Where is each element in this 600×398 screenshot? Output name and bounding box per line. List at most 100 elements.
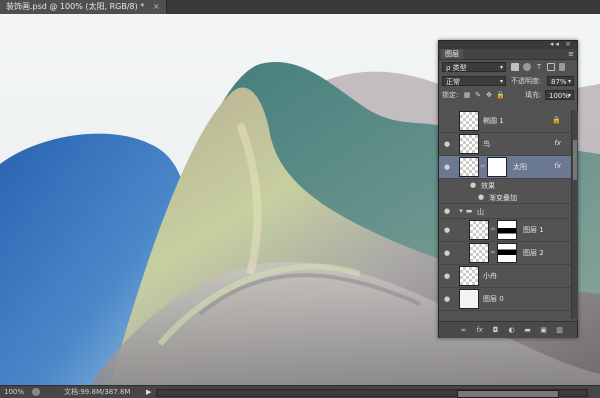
eye-icon[interactable]: ● bbox=[443, 295, 451, 303]
opacity-input[interactable]: 87% ▾ bbox=[547, 76, 574, 86]
chevron-down-icon: ▾ bbox=[567, 92, 571, 99]
add-style-icon[interactable]: fx bbox=[475, 326, 484, 335]
gradient-overlay-row[interactable]: ● 渐变叠加 bbox=[439, 191, 571, 204]
layer-mask-thumbnail[interactable] bbox=[487, 157, 507, 177]
filter-kind-value: ρ 类型 bbox=[446, 64, 467, 72]
filter-row: ρ 类型 ▾ T bbox=[439, 60, 577, 74]
folder-icon: ▬ bbox=[465, 207, 473, 215]
eye-icon[interactable]: ● bbox=[477, 193, 485, 201]
layers-panel: ◂◂ × 图层 ≡ ρ 类型 ▾ T 正常 ▾ 不透明度: 87% ▾ 锁定: … bbox=[438, 40, 578, 338]
link-icon: ∞ bbox=[490, 248, 496, 256]
panel-header: ◂◂ × bbox=[439, 40, 577, 49]
type-filter-icon[interactable]: T bbox=[535, 63, 543, 71]
layer-thumbnail bbox=[469, 220, 489, 240]
layer-sun[interactable]: ● ∞ 太阳 fx bbox=[439, 156, 571, 179]
lock-icon: 🔒 bbox=[552, 116, 561, 124]
chevron-down-icon[interactable]: ▾ bbox=[457, 207, 465, 215]
blend-mode-select[interactable]: 正常 ▾ bbox=[442, 76, 506, 86]
effects-row[interactable]: ● 效果 bbox=[439, 179, 571, 191]
layer-0[interactable]: ● 图层 0 bbox=[439, 288, 571, 311]
layer-2[interactable]: ● ∞ 图层 2 bbox=[439, 242, 571, 265]
eye-icon[interactable]: ● bbox=[469, 181, 477, 189]
layers-scrollbar[interactable] bbox=[571, 110, 578, 319]
blend-mode-value: 正常 bbox=[446, 78, 460, 86]
chevron-down-icon: ▾ bbox=[499, 64, 503, 71]
opacity-label: 不透明度: bbox=[511, 77, 542, 85]
eye-icon[interactable]: ● bbox=[443, 272, 451, 280]
layer-name: 小舟 bbox=[483, 272, 497, 280]
lock-move-icon[interactable]: ✥ bbox=[485, 91, 493, 99]
group-mountain[interactable]: ● ▾ ▬ 山 bbox=[439, 204, 571, 219]
lock-label: 锁定: bbox=[442, 91, 459, 99]
layer-mask-thumbnail[interactable] bbox=[497, 220, 517, 240]
layer-name: 太阳 bbox=[513, 163, 527, 171]
document-tab-title: 装饰画.psd @ 100% (太阳, RGB/8) * bbox=[6, 2, 145, 11]
shape-filter-icon[interactable] bbox=[547, 63, 555, 71]
layer-name: 椭圆 1 bbox=[483, 117, 504, 125]
new-layer-icon[interactable]: ▣ bbox=[539, 326, 548, 335]
tab-layers[interactable]: 图层 bbox=[441, 49, 463, 59]
effects-label: 效果 bbox=[481, 182, 495, 190]
group-name: 山 bbox=[477, 208, 484, 216]
layer-name: 图层 0 bbox=[483, 295, 504, 303]
pixel-filter-icon[interactable] bbox=[511, 63, 519, 71]
lock-all-icon[interactable]: 🔒 bbox=[496, 91, 505, 99]
lock-transparent-icon[interactable]: ▦ bbox=[463, 91, 471, 99]
adjustment-filter-icon[interactable] bbox=[523, 63, 531, 71]
status-bar: 100% 文档:99.8M/387.8M ▶ bbox=[0, 385, 600, 398]
adjustment-layer-icon[interactable]: ◐ bbox=[507, 326, 516, 335]
zoom-icon bbox=[32, 388, 40, 396]
play-icon[interactable]: ▶ bbox=[146, 386, 151, 398]
new-group-icon[interactable]: ▬ bbox=[523, 326, 532, 335]
effect-name: 渐变叠加 bbox=[489, 194, 517, 202]
filter-kind-select[interactable]: ρ 类型 ▾ bbox=[442, 62, 506, 72]
lock-row: 锁定: ▦ ✎ ✥ 🔒 填充: 100% ▾ bbox=[439, 88, 577, 102]
chevron-down-icon: ▾ bbox=[499, 78, 503, 85]
layers-list: 椭圆 1 🔒 ● 鸟 fx ● ∞ 太阳 fx ● 效果 ● 渐变叠加 ● ▾ … bbox=[439, 110, 571, 319]
zoom-level[interactable]: 100% bbox=[4, 386, 24, 398]
layer-name: 图层 1 bbox=[523, 226, 544, 234]
eye-icon[interactable]: ● bbox=[443, 140, 451, 148]
link-layers-icon[interactable]: ∞ bbox=[459, 326, 468, 335]
layer-thumbnail bbox=[459, 157, 479, 177]
eye-icon[interactable]: ● bbox=[443, 226, 451, 234]
layer-name: 鸟 bbox=[483, 140, 490, 148]
blend-row: 正常 ▾ 不透明度: 87% ▾ bbox=[439, 74, 577, 88]
eye-icon[interactable]: ● bbox=[443, 207, 451, 215]
fill-label: 填充: bbox=[525, 91, 542, 99]
document-tab[interactable]: 装饰画.psd @ 100% (太阳, RGB/8) * × bbox=[0, 0, 167, 14]
fill-input[interactable]: 100% ▾ bbox=[545, 90, 574, 100]
layer-thumbnail bbox=[459, 134, 479, 154]
fx-icon[interactable]: fx bbox=[554, 139, 561, 147]
smart-object-filter-icon[interactable] bbox=[559, 63, 565, 71]
layer-boat[interactable]: ● 小舟 bbox=[439, 265, 571, 288]
document-info: 文档:99.8M/387.8M bbox=[64, 388, 131, 396]
layer-thumbnail bbox=[459, 111, 479, 131]
layer-ellipse-1[interactable]: 椭圆 1 🔒 bbox=[439, 110, 571, 133]
layer-name: 图层 2 bbox=[523, 249, 544, 257]
layer-mask-thumbnail[interactable] bbox=[497, 243, 517, 263]
add-mask-icon[interactable]: ◘ bbox=[491, 326, 500, 335]
close-tab-icon[interactable]: × bbox=[153, 2, 160, 11]
panel-controls[interactable]: ◂◂ × bbox=[550, 40, 573, 48]
document-tab-bar: 装饰画.psd @ 100% (太阳, RGB/8) * × bbox=[0, 0, 600, 15]
layer-bird[interactable]: ● 鸟 fx bbox=[439, 133, 571, 156]
visibility-toggle-off[interactable] bbox=[443, 117, 451, 125]
lock-paint-icon[interactable]: ✎ bbox=[474, 91, 482, 99]
chevron-down-icon: ▾ bbox=[567, 78, 571, 85]
layer-thumbnail bbox=[469, 243, 489, 263]
scrollbar-thumb[interactable] bbox=[573, 140, 577, 180]
eye-icon[interactable]: ● bbox=[443, 163, 451, 171]
panel-footer: ∞ fx ◘ ◐ ▬ ▣ ▥ bbox=[439, 321, 577, 338]
fx-icon[interactable]: fx bbox=[554, 162, 561, 170]
horizontal-scrollbar[interactable] bbox=[156, 389, 588, 398]
opacity-value: 87% bbox=[551, 78, 567, 86]
layer-1[interactable]: ● ∞ 图层 1 bbox=[439, 219, 571, 242]
link-icon: ∞ bbox=[480, 162, 486, 170]
panel-tabs: 图层 ≡ bbox=[439, 49, 577, 60]
fill-value: 100% bbox=[549, 92, 570, 100]
link-icon: ∞ bbox=[490, 225, 496, 233]
eye-icon[interactable]: ● bbox=[443, 249, 451, 257]
trash-icon[interactable]: ▥ bbox=[555, 326, 564, 335]
panel-menu-icon[interactable]: ≡ bbox=[568, 49, 574, 59]
